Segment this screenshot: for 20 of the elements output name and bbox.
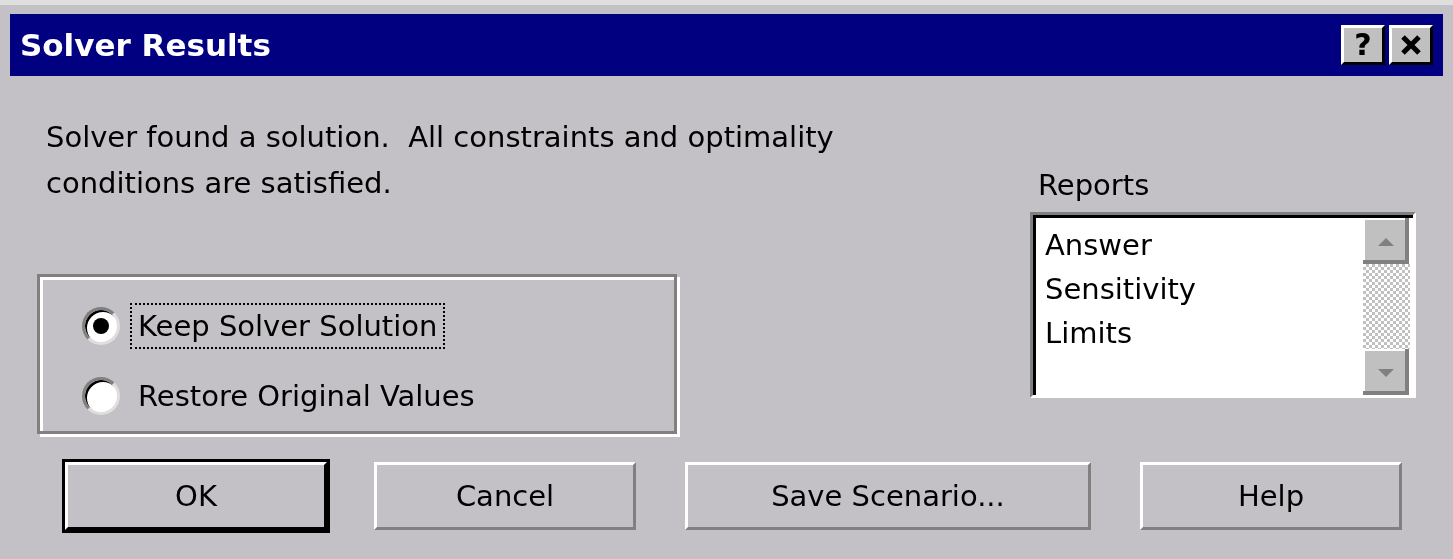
list-item[interactable]: Limits bbox=[1045, 311, 1363, 355]
dialog-button[interactable]: Cancel bbox=[374, 462, 636, 530]
radio-label[interactable]: Keep Solver Solution bbox=[130, 303, 446, 349]
radio-button[interactable] bbox=[82, 377, 120, 415]
window-title: Solver Results bbox=[20, 27, 271, 63]
close-icon bbox=[1400, 35, 1422, 55]
scroll-up-button[interactable] bbox=[1363, 218, 1409, 264]
help-button[interactable]: ? bbox=[1341, 25, 1385, 65]
radio-label[interactable]: Restore Original Values bbox=[130, 373, 483, 419]
close-button[interactable] bbox=[1389, 25, 1433, 65]
list-item[interactable]: Answer bbox=[1045, 223, 1363, 267]
list-item[interactable]: Sensitivity bbox=[1045, 267, 1363, 311]
radio-button[interactable] bbox=[82, 307, 120, 345]
dialog-button[interactable]: Help bbox=[1140, 462, 1402, 530]
dialog-button[interactable]: OK bbox=[65, 462, 327, 530]
reports-list[interactable]: Answer Sensitivity Limits bbox=[1030, 212, 1416, 398]
status-message: Solver found a solution. All constraints and optimality conditions are satisfied. bbox=[46, 119, 835, 202]
scroll-down-button[interactable] bbox=[1363, 349, 1409, 395]
dialog-button[interactable]: Save Scenario... bbox=[685, 462, 1091, 530]
reports-label: Reports bbox=[1038, 168, 1151, 204]
